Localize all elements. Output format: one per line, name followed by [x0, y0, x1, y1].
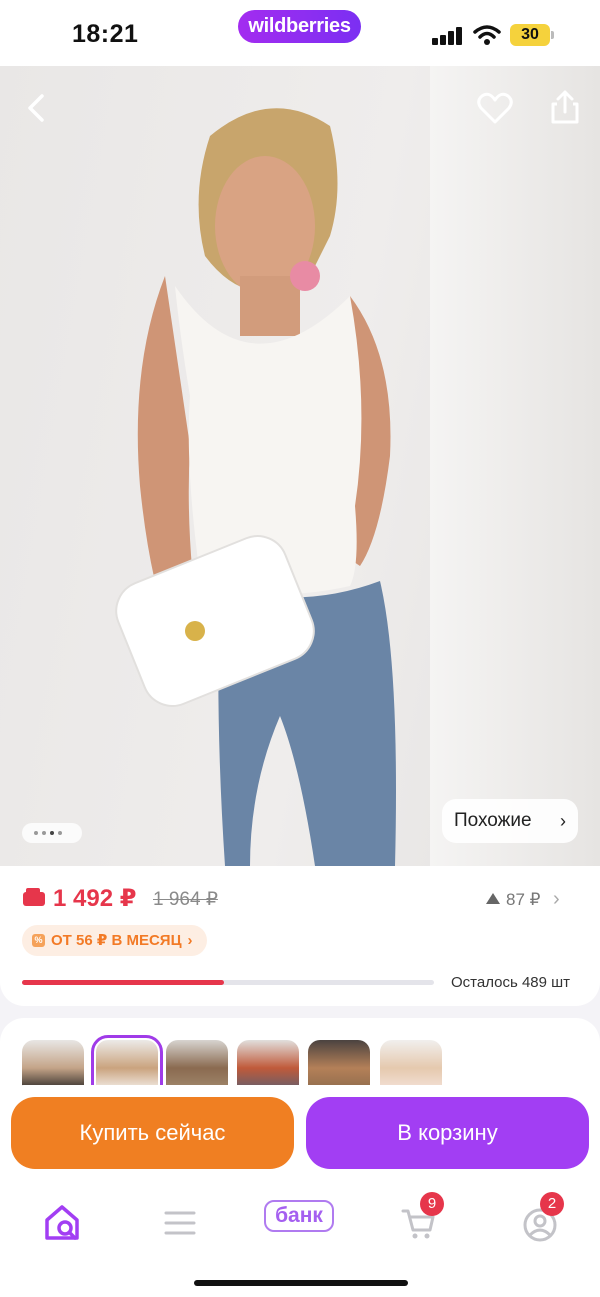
similar-label: Похожие [454, 810, 532, 831]
tab-catalog-menu-icon[interactable] [155, 1198, 205, 1248]
share-icon[interactable] [545, 88, 585, 128]
price-up-icon [486, 893, 500, 904]
battery-tip [551, 31, 554, 39]
battery-indicator: 30 [510, 24, 550, 46]
cart-count-badge: 9 [420, 1192, 444, 1216]
buy-now-button[interactable]: Купить сейчас [11, 1097, 294, 1169]
installment-label: ОТ 56 ₽ В МЕСЯЦ [51, 932, 182, 949]
stock-label: Осталось 489 шт [451, 974, 571, 991]
tab-cart[interactable]: 9 [393, 1192, 444, 1248]
model-photo [115, 108, 396, 866]
home-indicator [194, 1280, 408, 1286]
profile-notification-badge: 2 [540, 1192, 564, 1216]
chevron-right-icon[interactable]: › [553, 888, 560, 911]
installment-badge[interactable]: % ОТ 56 ₽ В МЕСЯЦ › [22, 925, 207, 956]
chevron-right-icon: › [560, 811, 566, 831]
stock-progress-fill [22, 980, 224, 985]
tab-profile[interactable]: 2 [515, 1192, 565, 1248]
percent-icon: % [32, 934, 45, 947]
product-image[interactable]: Похожие › [0, 66, 600, 866]
purchase-actions: Купить сейчас В корзину [0, 1085, 600, 1190]
current-price: 1 492 ₽ [53, 885, 137, 912]
price-card: 1 492 ₽ 1 964 ₽ 87 ₽ › % ОТ 56 ₽ В МЕСЯЦ… [0, 866, 600, 1006]
back-arrow-icon[interactable] [18, 88, 58, 128]
similar-button[interactable]: Похожие › [442, 799, 578, 843]
wildberries-logo: wildberries [238, 10, 361, 43]
chevron-right-icon: › [187, 932, 193, 949]
price-history[interactable]: 87 ₽ [486, 890, 540, 910]
bonus-value: 87 ₽ [506, 890, 541, 909]
image-pager-dots [22, 823, 82, 843]
add-to-cart-button[interactable]: В корзину [306, 1097, 589, 1169]
old-price: 1 964 ₽ [153, 889, 218, 910]
favorite-heart-icon[interactable] [475, 88, 515, 128]
wifi-icon [473, 25, 501, 45]
tab-home-search-icon[interactable] [37, 1198, 87, 1248]
stock-progress-bar [22, 980, 434, 985]
tab-bank[interactable]: банк [264, 1200, 334, 1232]
status-bar: 18:21 wildberries 30 [0, 0, 600, 66]
wallet-icon [23, 888, 45, 906]
status-time: 18:21 [72, 20, 139, 48]
signal-icon [432, 27, 464, 45]
